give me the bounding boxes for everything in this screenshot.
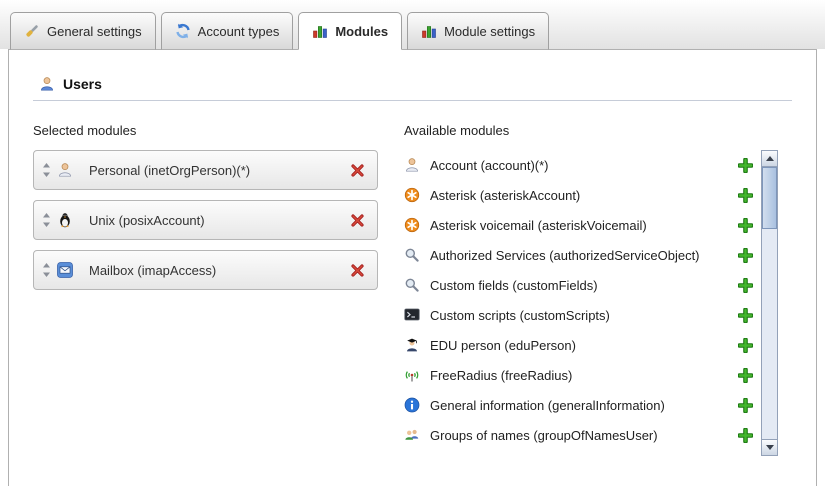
terminal-icon xyxy=(404,307,420,323)
add-module-icon[interactable] xyxy=(738,428,753,443)
add-module-icon[interactable] xyxy=(738,188,753,203)
add-module-icon[interactable] xyxy=(738,308,753,323)
tools-icon xyxy=(24,23,40,39)
scrollbar-up-button[interactable] xyxy=(762,151,777,167)
person-icon xyxy=(57,162,73,178)
available-module-label: Authorized Services (authorizedServiceOb… xyxy=(430,248,700,263)
magnifier-icon xyxy=(404,247,420,263)
drag-handle-icon[interactable] xyxy=(42,263,51,277)
penguin-icon xyxy=(57,212,73,228)
selected-module-label: Unix (posixAccount) xyxy=(89,213,205,228)
add-module-icon[interactable] xyxy=(738,278,753,293)
available-module-label: Groups of names (groupOfNamesUser) xyxy=(430,428,658,443)
available-module-row: Asterisk voicemail (asteriskVoicemail) xyxy=(404,210,759,240)
available-modules-label: Available modules xyxy=(404,123,792,138)
user-icon xyxy=(39,76,55,92)
add-module-icon[interactable] xyxy=(738,398,753,413)
edu-person-icon xyxy=(404,337,420,353)
remove-module-icon[interactable] xyxy=(350,163,365,178)
section-divider xyxy=(33,100,792,101)
add-module-icon[interactable] xyxy=(738,368,753,383)
available-module-row: EDU person (eduPerson) xyxy=(404,330,759,360)
chart-icon xyxy=(421,23,437,39)
group-icon xyxy=(404,427,420,443)
available-module-label: Asterisk voicemail (asteriskVoicemail) xyxy=(430,218,647,233)
person-icon xyxy=(404,157,420,173)
available-module-row: General information (generalInformation) xyxy=(404,390,759,420)
selected-modules-label: Selected modules xyxy=(33,123,378,138)
up-arrow-icon xyxy=(766,156,774,161)
tab-label: Account types xyxy=(198,24,280,39)
remove-module-icon[interactable] xyxy=(350,263,365,278)
available-module-label: Custom scripts (customScripts) xyxy=(430,308,610,323)
selected-module-row[interactable]: Personal (inetOrgPerson)(*) xyxy=(33,150,378,190)
drag-handle-icon[interactable] xyxy=(42,213,51,227)
add-module-icon[interactable] xyxy=(738,158,753,173)
magnifier-icon xyxy=(404,277,420,293)
available-module-label: EDU person (eduPerson) xyxy=(430,338,576,353)
tab-modules[interactable]: Modules xyxy=(298,12,402,50)
available-module-label: Account (account)(*) xyxy=(430,158,549,173)
selected-module-row[interactable]: Mailbox (imapAccess) xyxy=(33,250,378,290)
page-title: Users xyxy=(63,76,102,92)
add-module-icon[interactable] xyxy=(738,218,753,233)
scrollbar-thumb[interactable] xyxy=(762,167,777,229)
scrollbar-down-button[interactable] xyxy=(762,439,777,455)
sync-icon xyxy=(175,23,191,39)
tab-general-settings[interactable]: General settings xyxy=(10,12,156,50)
add-module-icon[interactable] xyxy=(738,248,753,263)
scrollbar-track[interactable] xyxy=(762,167,777,439)
tab-module-settings[interactable]: Module settings xyxy=(407,12,549,50)
available-module-row: Custom scripts (customScripts) xyxy=(404,300,759,330)
available-module-row: Groups of names (groupOfNamesUser) xyxy=(404,420,759,450)
available-module-label: Custom fields (customFields) xyxy=(430,278,598,293)
tab-label: General settings xyxy=(47,24,142,39)
available-module-row: Account (account)(*) xyxy=(404,150,759,180)
modules-columns: Selected modules Personal (inetOrgPerson… xyxy=(33,123,792,456)
available-modules-body: Account (account)(*) Asterisk (asteriskAc… xyxy=(404,150,792,456)
tab-label: Module settings xyxy=(444,24,535,39)
down-arrow-icon xyxy=(766,445,774,450)
available-module-row: FreeRadius (freeRadius) xyxy=(404,360,759,390)
add-module-icon[interactable] xyxy=(738,338,753,353)
available-module-label: FreeRadius (freeRadius) xyxy=(430,368,572,383)
section-header: Users xyxy=(33,76,792,92)
tab-account-types[interactable]: Account types xyxy=(161,12,294,50)
antenna-icon xyxy=(404,367,420,383)
remove-module-icon[interactable] xyxy=(350,213,365,228)
asterisk-icon xyxy=(404,217,420,233)
available-module-label: General information (generalInformation) xyxy=(430,398,665,413)
info-icon xyxy=(404,397,420,413)
selected-modules-list: Personal (inetOrgPerson)(*) Unix (posixAc… xyxy=(33,150,378,290)
available-module-row: Asterisk (asteriskAccount) xyxy=(404,180,759,210)
selected-module-row[interactable]: Unix (posixAccount) xyxy=(33,200,378,240)
available-module-row: Custom fields (customFields) xyxy=(404,270,759,300)
content-panel: Users Selected modules Personal (inetOrg… xyxy=(8,49,817,486)
chart-icon xyxy=(312,23,328,39)
tab-label: Modules xyxy=(335,24,388,39)
selected-module-label: Mailbox (imapAccess) xyxy=(89,263,216,278)
available-modules-column: Available modules Account (account)(*) As… xyxy=(404,123,792,456)
selected-module-label: Personal (inetOrgPerson)(*) xyxy=(89,163,250,178)
available-modules-list: Account (account)(*) Asterisk (asteriskAc… xyxy=(404,150,759,450)
available-module-row: Authorized Services (authorizedServiceOb… xyxy=(404,240,759,270)
scrollbar[interactable] xyxy=(761,150,778,456)
asterisk-icon xyxy=(404,187,420,203)
tab-bar: General settings Account types Modules Modu… xyxy=(0,0,825,49)
drag-handle-icon[interactable] xyxy=(42,163,51,177)
available-module-label: Asterisk (asteriskAccount) xyxy=(430,188,580,203)
selected-modules-column: Selected modules Personal (inetOrgPerson… xyxy=(33,123,378,456)
mail-icon xyxy=(57,262,73,278)
